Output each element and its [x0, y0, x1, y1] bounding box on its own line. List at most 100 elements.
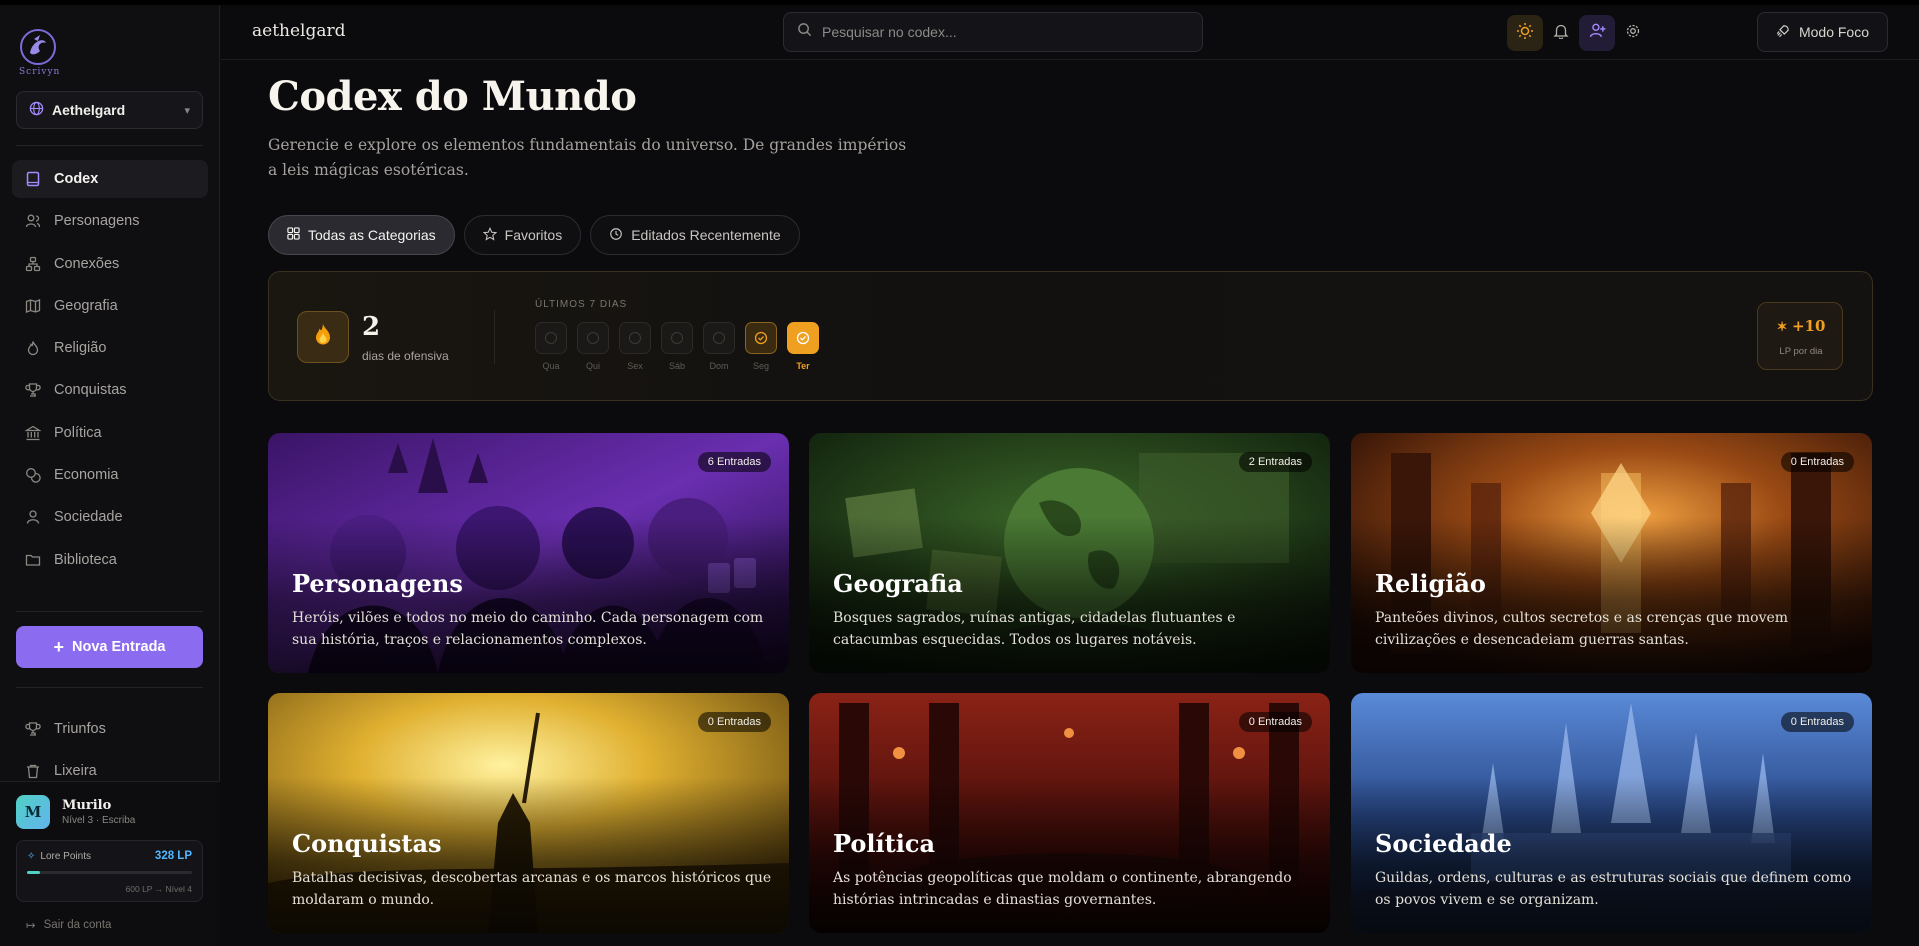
sidebar-item-personagens[interactable]: Personagens	[12, 202, 208, 240]
streak-day: Dom	[703, 322, 735, 371]
sidebar-item-label: Personagens	[54, 213, 140, 230]
streak-day: Qui	[577, 322, 609, 371]
card-description: Panteões divinos, cultos secretos e as c…	[1375, 610, 1789, 648]
sidebar-item-politica[interactable]: Política	[12, 414, 208, 452]
card-description: Batalhas decisivas, descobertas arcanas …	[292, 870, 772, 908]
card-description: As potências geopolíticas que moldam o c…	[833, 870, 1292, 908]
filter-recently-edited[interactable]: Editados Recentemente	[590, 215, 800, 255]
day-indicator	[619, 322, 651, 354]
invite-user-button[interactable]	[1579, 15, 1615, 51]
category-card-personagens[interactable]: 6 Entradas Personagens Heróis, vilões e …	[268, 433, 789, 673]
sidebar-item-sociedade[interactable]: Sociedade	[12, 498, 208, 536]
filter-label: Favoritos	[504, 227, 563, 243]
sidebar-item-label: Codex	[54, 171, 99, 187]
day-label: Sáb	[668, 361, 685, 371]
main-nav: Codex Personagens Conexões Geografia Rel…	[12, 160, 208, 583]
card-description: Guildas, ordens, culturas e as estrutura…	[1375, 870, 1852, 908]
lore-points-card: ✧ Lore Points 328 LP 600 LP → Nível 4	[16, 840, 203, 902]
sidebar-item-geografia[interactable]: Geografia	[12, 287, 208, 325]
flame-icon	[24, 339, 42, 357]
sparkle-icon: ✶	[1776, 320, 1792, 335]
sidebar-item-triunfos[interactable]: Triunfos	[12, 710, 208, 748]
trash-icon	[24, 762, 42, 780]
theme-toggle-button[interactable]	[1507, 15, 1543, 51]
user-plus-icon	[1589, 22, 1606, 44]
category-card-geografia[interactable]: 2 Entradas Geografia Bosques sagrados, r…	[809, 433, 1330, 673]
category-card-sociedade[interactable]: 0 Entradas Sociedade Guildas, ordens, cu…	[1351, 693, 1872, 933]
globe-icon	[29, 101, 44, 119]
sidebar-item-label: Triunfos	[54, 721, 106, 737]
network-icon	[24, 255, 42, 273]
sidebar-item-label: Política	[54, 424, 102, 441]
card-title: Conquistas	[292, 829, 442, 858]
day-label: Dom	[709, 361, 729, 371]
day-label: Sex	[627, 361, 643, 371]
entry-count-badge: 0 Entradas	[1780, 452, 1854, 472]
sidebar-divider	[16, 145, 203, 146]
top-header: aethelgard Modo Foco	[221, 5, 1919, 60]
settings-button[interactable]	[1615, 15, 1651, 51]
sidebar-item-label: Biblioteca	[54, 551, 117, 568]
landmark-icon	[24, 424, 42, 442]
bell-icon	[1553, 23, 1569, 44]
sidebar-item-biblioteca[interactable]: Biblioteca	[12, 541, 208, 579]
card-title: Política	[833, 829, 936, 858]
streak-flame-badge	[297, 311, 349, 363]
notifications-button[interactable]	[1543, 15, 1579, 51]
lore-points-text: Lore Points	[40, 851, 91, 862]
flame-icon	[312, 323, 334, 352]
lore-points-value: 328 LP	[154, 850, 192, 862]
day-label: Seg	[752, 361, 769, 371]
sidebar-item-conquistas[interactable]: Conquistas	[12, 371, 208, 409]
category-filters: Todas as Categorias Favoritos Editados R…	[268, 215, 800, 255]
sidebar-item-codex[interactable]: Codex	[12, 160, 208, 198]
filter-favorites[interactable]: Favoritos	[463, 215, 582, 255]
world-title: aethelgard	[252, 21, 346, 41]
logout-label: Sair da conta	[43, 919, 112, 931]
logout-icon: ↦	[26, 920, 36, 932]
folder-icon	[24, 551, 42, 569]
sidebar-item-label: Conquistas	[54, 382, 127, 399]
next-level-text: 600 LP → Nível 4	[125, 884, 192, 894]
gear-icon	[1625, 23, 1641, 44]
streak-day: Seg	[745, 322, 777, 371]
sidebar-divider	[16, 687, 203, 688]
streak-divider	[494, 310, 495, 364]
plus-icon: +	[53, 637, 65, 657]
world-selector[interactable]: Aethelgard ▾	[16, 91, 203, 129]
search-input[interactable]	[822, 24, 1182, 40]
sidebar-divider	[16, 611, 203, 612]
new-entry-button[interactable]: + Nova Entrada	[16, 626, 203, 668]
lp-per-day-label: LP por dia	[1779, 346, 1823, 357]
rocket-icon	[1776, 24, 1790, 41]
sidebar-item-conexoes[interactable]: Conexões	[12, 245, 208, 283]
category-card-conquistas[interactable]: 0 Entradas Conquistas Batalhas decisivas…	[268, 693, 789, 933]
card-description: Heróis, vilões e todos no meio do caminh…	[292, 610, 764, 648]
lore-points-label: ✧ Lore Points	[27, 851, 91, 862]
category-card-religiao[interactable]: 0 Entradas Religião Panteões divinos, cu…	[1351, 433, 1872, 673]
focus-mode-button[interactable]: Modo Foco	[1757, 12, 1888, 52]
filter-all-categories[interactable]: Todas as Categorias	[268, 215, 455, 255]
coins-icon	[24, 466, 42, 484]
lore-points-progress-fill	[27, 871, 41, 874]
users-icon	[24, 212, 42, 230]
card-title: Geografia	[833, 569, 963, 598]
filter-label: Editados Recentemente	[631, 227, 781, 243]
day-indicator	[661, 322, 693, 354]
day-label: Qui	[585, 361, 600, 371]
day-label: Ter	[796, 361, 810, 371]
entry-count-badge: 0 Entradas	[1780, 712, 1854, 732]
user-level: Nível 3 · Escriba	[62, 815, 136, 826]
search-box[interactable]	[783, 12, 1203, 52]
sidebar-item-economia[interactable]: Economia	[12, 456, 208, 494]
avatar[interactable]: M	[16, 795, 50, 829]
day-label: Qua	[542, 361, 560, 371]
logout-link[interactable]: ↦ Sair da conta	[26, 918, 111, 932]
streak-day: Sex	[619, 322, 651, 371]
streak-count: 2	[362, 312, 381, 342]
search-icon	[797, 22, 812, 42]
category-card-politica[interactable]: 0 Entradas Política As potências geopolí…	[809, 693, 1330, 933]
card-title: Sociedade	[1375, 829, 1512, 858]
day-check-icon	[787, 322, 819, 354]
sidebar-item-religiao[interactable]: Religião	[12, 329, 208, 367]
